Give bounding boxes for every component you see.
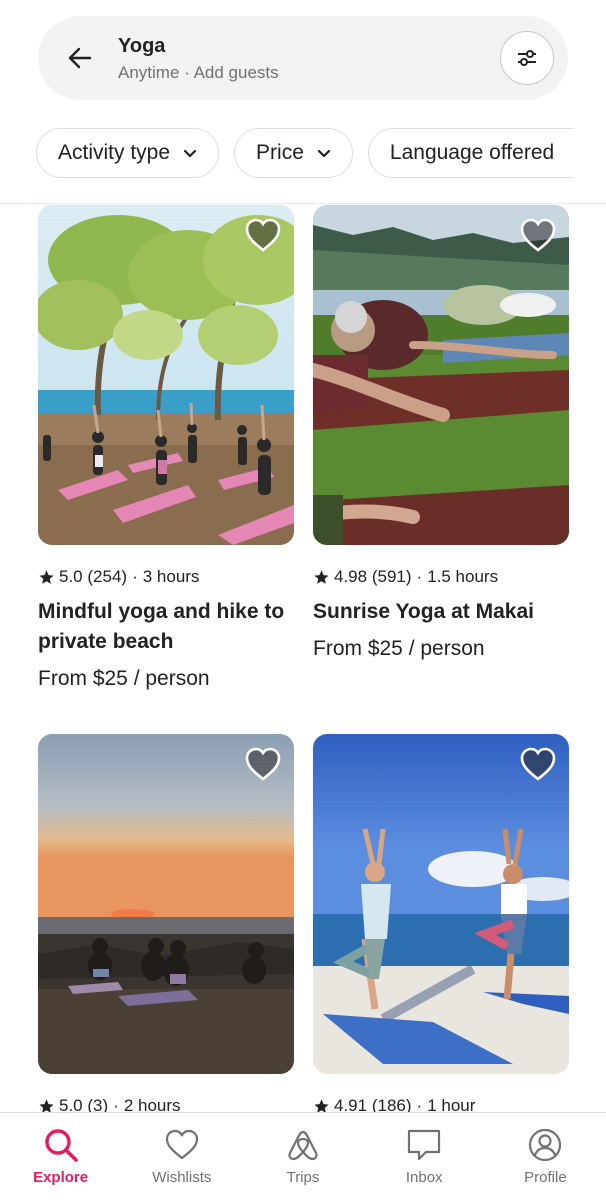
heart-icon[interactable] <box>244 746 282 782</box>
nav-label: Wishlists <box>152 1169 212 1186</box>
sunrise-yoga-lawn-image <box>313 205 569 545</box>
rating: 5.0 <box>59 567 83 586</box>
separator: · <box>132 567 138 586</box>
heart-icon[interactable] <box>519 746 557 782</box>
back-button[interactable] <box>60 38 100 78</box>
chip-label: Activity type <box>58 141 171 164</box>
listing-photo[interactable] <box>38 205 294 545</box>
nav-profile[interactable]: Profile <box>485 1113 606 1200</box>
filters-button[interactable] <box>500 31 554 85</box>
heart-icon[interactable] <box>519 217 557 253</box>
star-icon <box>38 569 55 586</box>
listing-photo[interactable] <box>38 734 294 1074</box>
listing-title[interactable]: Sunrise Yoga at Makai <box>313 597 569 627</box>
listing-meta: 4.98 (591) · 1.5 hours <box>313 567 569 587</box>
star-icon <box>313 569 330 586</box>
listing-card[interactable]: 4.98 (591) · 1.5 hours Sunrise Yoga at M… <box>313 205 569 661</box>
listing-price: From $25 / person <box>38 667 210 690</box>
review-count: (591) <box>371 567 412 586</box>
chip-activity-type[interactable]: Activity type <box>36 128 220 178</box>
listing-photo[interactable] <box>313 205 569 545</box>
nav-label: Explore <box>33 1169 89 1186</box>
filter-chips: Activity type Price Language offered <box>36 128 606 178</box>
rating: 4.98 <box>334 567 368 586</box>
nav-wishlists[interactable]: Wishlists <box>121 1113 242 1200</box>
profile-icon <box>529 1128 562 1162</box>
nav-label: Profile <box>524 1169 567 1186</box>
chip-label: Price <box>256 141 304 164</box>
search-query: Yoga <box>118 35 166 57</box>
nav-explore[interactable]: Explore <box>0 1113 121 1200</box>
chip-label: Language offered <box>389 141 555 164</box>
arrow-left-icon <box>68 47 92 69</box>
listing-card[interactable]: 5.0 (254) · 3 hours Mindful yoga and hik… <box>38 205 294 691</box>
search-icon <box>44 1129 78 1162</box>
chip-language-offered[interactable]: Language offered <box>367 128 575 178</box>
chip-price[interactable]: Price <box>234 128 353 178</box>
nav-trips[interactable]: Trips <box>242 1113 363 1200</box>
sunset-beach-yoga-image <box>38 734 294 1074</box>
sliders-icon <box>518 50 536 66</box>
search-details: Anytime · Add guests <box>118 63 279 82</box>
listing-meta: 5.0 (254) · 3 hours <box>38 567 294 587</box>
heart-icon[interactable] <box>244 217 282 253</box>
beach-yoga-group-image <box>38 205 294 545</box>
listing-card[interactable]: 4.91 (186) · 1 hour <box>313 734 569 1116</box>
heart-icon <box>165 1129 198 1160</box>
separator: · <box>416 567 423 586</box>
header: Yoga Anytime · Add guests Activity type … <box>0 0 606 204</box>
duration: 3 hours <box>142 567 200 586</box>
review-count: (254) <box>87 567 128 586</box>
chevron-down-icon <box>316 145 332 161</box>
listing-card[interactable]: 5.0 (3) · 2 hours <box>38 734 294 1116</box>
message-icon <box>408 1129 441 1161</box>
listing-photo[interactable] <box>313 734 569 1074</box>
chevron-down-icon <box>182 145 198 161</box>
bottom-nav: Explore Wishlists Trips Inbox Profile <box>0 1112 606 1200</box>
nav-label: Inbox <box>405 1169 443 1186</box>
nav-label: Trips <box>286 1169 320 1186</box>
listing-title[interactable]: Mindful yoga and hike to private beach <box>38 597 294 657</box>
airbnb-logo-icon <box>288 1130 318 1161</box>
duration: 1.5 hours <box>427 567 499 586</box>
listing-price: From $25 / person <box>313 637 485 660</box>
tree-pose-beach-image <box>313 734 569 1074</box>
search-bar[interactable]: Yoga Anytime · Add guests <box>38 16 568 100</box>
nav-inbox[interactable]: Inbox <box>364 1113 485 1200</box>
chips-fade-overlay <box>566 128 606 178</box>
